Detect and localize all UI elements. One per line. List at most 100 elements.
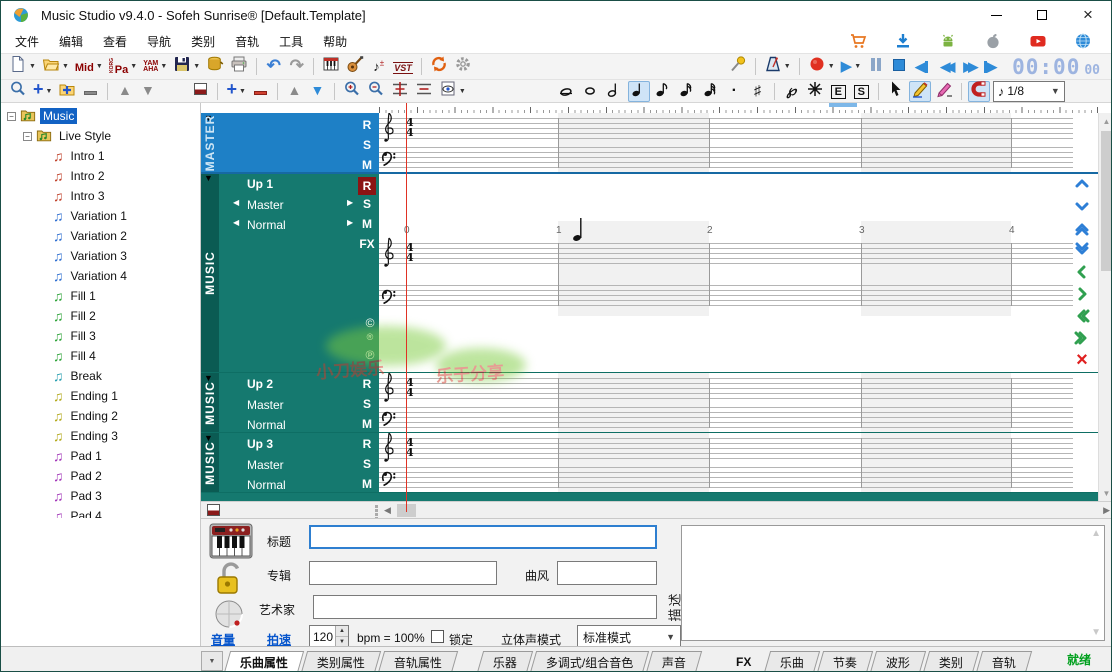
chevron-down-icon[interactable]: ▼: [784, 63, 791, 70]
tree-item-break[interactable]: ♫Break: [1, 366, 200, 386]
chevron-icon[interactable]: ▶: [347, 218, 353, 227]
download-icon[interactable]: [892, 31, 914, 51]
tab-类别属性[interactable]: 类别属性: [301, 651, 381, 672]
chevron-down-blue-icon[interactable]: [1070, 197, 1094, 214]
tree-expand-box[interactable]: −: [7, 112, 16, 121]
title-input[interactable]: [309, 525, 657, 549]
tree-item-variation-3[interactable]: ♫Variation 3: [1, 246, 200, 266]
stop-button[interactable]: [888, 56, 909, 77]
export-audio-button[interactable]: [204, 56, 226, 77]
notation-area[interactable]: 44: [379, 113, 1073, 173]
snap-select[interactable]: ♪ 1/8 ▼: [993, 81, 1065, 102]
apple-icon[interactable]: [982, 31, 1004, 51]
double-chevron-up-blue-icon[interactable]: [1070, 219, 1094, 236]
double-chevron-right-green-icon[interactable]: [1070, 329, 1094, 346]
sharp-button[interactable]: ♯: [747, 81, 768, 102]
menu-工具[interactable]: 工具: [269, 30, 313, 53]
play-button[interactable]: ▶▼: [839, 56, 863, 77]
track-header[interactable]: Up 3MasterNormalRSM: [219, 433, 379, 493]
tree-item-pad-4[interactable]: ♫Pad 4: [1, 506, 200, 518]
forward-button[interactable]: ▶▶: [957, 56, 978, 77]
new-document-button[interactable]: ▼: [7, 56, 38, 77]
scroll-left-button[interactable]: ◀: [384, 505, 391, 516]
pencil-button[interactable]: [909, 81, 931, 102]
scroll-up-button[interactable]: ▲: [1099, 114, 1112, 128]
tree-expand-box[interactable]: −: [23, 132, 32, 141]
android-icon[interactable]: [937, 31, 959, 51]
tab-FX[interactable]: FX: [721, 651, 767, 672]
cart-icon[interactable]: [847, 31, 869, 51]
menu-帮助[interactable]: 帮助: [313, 30, 357, 53]
chevron-down-icon[interactable]: ▼: [96, 63, 103, 70]
chevron-down-icon[interactable]: ▼: [193, 63, 200, 70]
menu-导航[interactable]: 导航: [137, 30, 181, 53]
tree-item-intro-3[interactable]: ♫Intro 3: [1, 186, 200, 206]
guitar-button[interactable]: [344, 56, 366, 77]
track-s-button[interactable]: S: [358, 397, 376, 411]
track-r-button[interactable]: R: [358, 437, 376, 451]
tab-乐曲属性[interactable]: 乐曲属性: [224, 651, 304, 672]
track-mode[interactable]: Normal: [247, 218, 286, 232]
chevron-icon[interactable]: ◀: [233, 198, 239, 207]
volume-knob[interactable]: [213, 599, 247, 631]
tree-item-ending-2[interactable]: ♫Ending 2: [1, 406, 200, 426]
refresh-button[interactable]: [428, 56, 450, 77]
tree-item-variation-2[interactable]: ♫Variation 2: [1, 226, 200, 246]
chevron-down-icon[interactable]: ▼: [29, 63, 36, 70]
boxed-e-button[interactable]: E: [828, 81, 849, 102]
staff-lines[interactable]: [379, 467, 1073, 489]
chevron-up-blue-icon[interactable]: [1070, 175, 1094, 192]
add-category-button[interactable]: [56, 81, 78, 102]
eraser-button[interactable]: [933, 81, 955, 102]
record-button[interactable]: ▼: [806, 56, 837, 77]
dot-button[interactable]: ·: [724, 81, 745, 102]
tab-多调式/组合音色[interactable]: 多调式/组合音色: [530, 651, 650, 672]
scroll-down-icon[interactable]: ▼: [1091, 627, 1101, 638]
save-button[interactable]: ▼: [171, 56, 202, 77]
redo-button[interactable]: ↷: [286, 56, 307, 77]
chevron-down-icon[interactable]: ▼: [160, 63, 167, 70]
step-forward-button[interactable]: ▶: [980, 56, 1001, 77]
staff-lines[interactable]: [379, 438, 1073, 460]
note-quarter-button[interactable]: [628, 81, 650, 102]
tab-声音[interactable]: 声音: [646, 651, 702, 672]
rewind-button[interactable]: ◀◀: [934, 56, 955, 77]
track-m-button[interactable]: M: [358, 217, 376, 231]
tempo-up-button[interactable]: ▲: [336, 626, 348, 637]
tree-item-ending-1[interactable]: ♫Ending 1: [1, 386, 200, 406]
note-half-button[interactable]: [604, 81, 626, 102]
move-down-blue-button[interactable]: ▼: [307, 81, 328, 102]
album-input[interactable]: [309, 561, 497, 585]
maximize-button[interactable]: [1019, 1, 1065, 29]
magnet-button[interactable]: [968, 81, 990, 102]
minimize-button[interactable]: [973, 1, 1019, 29]
track-header[interactable]: RSM: [219, 113, 379, 173]
tree-item-fill-1[interactable]: ♫Fill 1: [1, 286, 200, 306]
move-up-gray-button[interactable]: ▲: [114, 81, 135, 102]
chevron-icon[interactable]: ◀: [233, 218, 239, 227]
note-sixteenth-button[interactable]: [676, 81, 698, 102]
note-thirtysecond-button[interactable]: [700, 81, 722, 102]
tab-音轨[interactable]: 音轨: [976, 651, 1032, 672]
close-red-icon[interactable]: ×: [1070, 351, 1094, 368]
double-chevron-left-green-icon[interactable]: [1070, 307, 1094, 324]
mid-format-button[interactable]: Mid▼: [73, 56, 105, 77]
view-options-button[interactable]: ▼: [437, 81, 468, 102]
playhead[interactable]: [406, 103, 407, 512]
music-strip[interactable]: ▼MUSIC: [201, 373, 219, 433]
microphone-button[interactable]: [727, 56, 749, 77]
settings-gear-button[interactable]: [452, 56, 474, 77]
timeline-ruler[interactable]: [379, 103, 1098, 113]
note-whole-button[interactable]: [580, 81, 602, 102]
double-chevron-down-blue-icon[interactable]: [1070, 241, 1094, 258]
menu-编辑[interactable]: 编辑: [49, 30, 93, 53]
close-button[interactable]: ×: [1065, 1, 1111, 29]
track-mode[interactable]: Normal: [247, 478, 286, 492]
add-blue-button[interactable]: +▼: [224, 81, 247, 102]
scroll-right-button[interactable]: ▶: [1103, 505, 1110, 516]
tab-波形[interactable]: 波形: [870, 651, 926, 672]
tree-item-fill-3[interactable]: ♫Fill 3: [1, 326, 200, 346]
print-button[interactable]: [228, 56, 250, 77]
collapse-triangle-icon[interactable]: ▼: [204, 173, 213, 183]
yamaha-button[interactable]: YAMAHA▼: [141, 56, 169, 77]
